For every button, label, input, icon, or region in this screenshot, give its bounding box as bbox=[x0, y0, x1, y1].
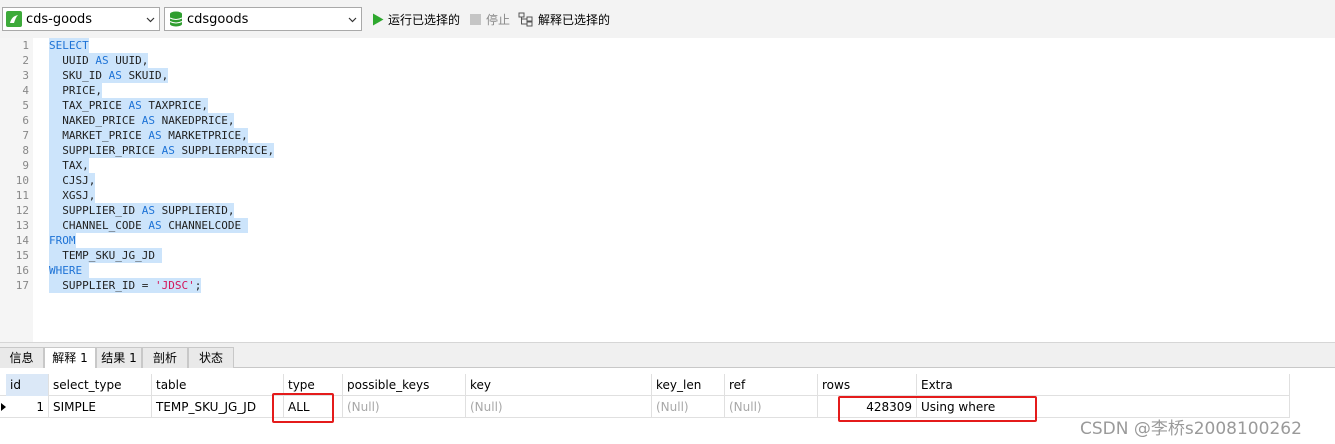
code-text: SUPPLIER_ID = 'JDSC'; bbox=[49, 278, 202, 293]
code-text: SELECT bbox=[49, 38, 89, 53]
cell-table[interactable]: TEMP_SKU_JG_JD bbox=[152, 396, 284, 418]
code-text: SUPPLIER_PRICE AS SUPPLIERPRICE, bbox=[49, 143, 275, 158]
column-header-rows[interactable]: rows bbox=[818, 374, 917, 396]
code-text: SUPPLIER_ID AS SUPPLIERID, bbox=[49, 203, 235, 218]
code-line: 15 TEMP_SKU_JG_JD bbox=[0, 248, 1335, 263]
column-header-key-len[interactable]: key_len bbox=[652, 374, 725, 396]
code-line: 5 TAX_PRICE AS TAXPRICE, bbox=[0, 98, 1335, 113]
code-line: 7 MARKET_PRICE AS MARKETPRICE, bbox=[0, 128, 1335, 143]
tab-explain-1[interactable]: 解释 1 bbox=[44, 347, 96, 370]
code-text: FROM bbox=[49, 233, 76, 248]
line-number: 13 bbox=[15, 219, 29, 232]
line-number: 3 bbox=[22, 69, 29, 82]
column-header-key[interactable]: key bbox=[466, 374, 652, 396]
cell-key-len[interactable]: (Null) bbox=[652, 396, 725, 418]
line-number: 15 bbox=[15, 249, 29, 262]
column-header-select-type[interactable]: select_type bbox=[49, 374, 152, 396]
run-selected-button[interactable]: 运行已选择的 bbox=[372, 11, 460, 28]
explain-tree-icon bbox=[518, 12, 533, 26]
code-line: 6 NAKED_PRICE AS NAKEDPRICE, bbox=[0, 113, 1335, 128]
stop-icon bbox=[470, 13, 482, 25]
line-number: 10 bbox=[15, 174, 29, 187]
chevron-down-icon bbox=[348, 17, 357, 23]
play-icon bbox=[373, 13, 384, 25]
grid-header: id select_type table type possible_keys … bbox=[0, 374, 1290, 396]
line-number: 11 bbox=[15, 189, 29, 202]
code-line: 4 PRICE, bbox=[0, 83, 1335, 98]
rows-extra-highlight-box bbox=[838, 396, 1037, 422]
cell-ref[interactable]: (Null) bbox=[725, 396, 818, 418]
code-line: 17 SUPPLIER_ID = 'JDSC'; bbox=[0, 278, 1335, 293]
code-text: CJSJ, bbox=[49, 173, 96, 188]
connection-select[interactable]: cds-goods bbox=[2, 7, 160, 31]
tab-info[interactable]: 信息 bbox=[0, 347, 44, 369]
line-number: 5 bbox=[22, 99, 29, 112]
line-number: 16 bbox=[15, 264, 29, 277]
connection-select-value: cds-goods bbox=[26, 11, 93, 27]
line-number: 9 bbox=[22, 159, 29, 172]
column-header-possible-keys[interactable]: possible_keys bbox=[343, 374, 466, 396]
line-number: 8 bbox=[22, 144, 29, 157]
code-line: 12 SUPPLIER_ID AS SUPPLIERID, bbox=[0, 203, 1335, 218]
stop-label: 停止 bbox=[486, 12, 511, 27]
cell-select-type[interactable]: SIMPLE bbox=[49, 396, 152, 418]
code-line: 1 SELECT bbox=[0, 38, 1335, 53]
column-header-table[interactable]: table bbox=[152, 374, 284, 396]
sql-editor[interactable]: 1 SELECT 2 UUID AS UUID, 3 SKU_ID AS SKU… bbox=[0, 38, 1335, 342]
code-line: 3 SKU_ID AS SKUID, bbox=[0, 68, 1335, 83]
query-toolbar: cds-goods cdsgoods 运行已选择的 停止 解释已选择的 bbox=[0, 0, 1335, 38]
code-text: TAX_PRICE AS TAXPRICE, bbox=[49, 98, 208, 113]
database-select[interactable]: cdsgoods bbox=[164, 7, 362, 31]
code-text: XGSJ, bbox=[49, 188, 96, 203]
code-text: NAKED_PRICE AS NAKEDPRICE, bbox=[49, 113, 235, 128]
code-line: 10 CJSJ, bbox=[0, 173, 1335, 188]
run-selected-label: 运行已选择的 bbox=[388, 12, 461, 27]
line-number: 2 bbox=[22, 54, 29, 67]
explain-selected-label: 解释已选择的 bbox=[538, 12, 611, 27]
type-highlight-box bbox=[272, 393, 334, 423]
code-line: 11 XGSJ, bbox=[0, 188, 1335, 203]
column-header-ref[interactable]: ref bbox=[725, 374, 818, 396]
code-line: 9 TAX, bbox=[0, 158, 1335, 173]
code-line: 2 UUID AS UUID, bbox=[0, 53, 1335, 68]
code-text: SKU_ID AS SKUID, bbox=[49, 68, 169, 83]
code-text: TAX, bbox=[49, 158, 89, 173]
code-line: 8 SUPPLIER_PRICE AS SUPPLIERPRICE, bbox=[0, 143, 1335, 158]
column-header-extra[interactable]: Extra bbox=[917, 374, 1290, 396]
tab-status[interactable]: 状态 bbox=[188, 347, 234, 369]
database-select-value: cdsgoods bbox=[187, 11, 249, 27]
result-tabs: 信息 解释 1 结果 1 剖析 状态 bbox=[0, 342, 1335, 370]
code-text: CHANNEL_CODE AS CHANNELCODE bbox=[49, 218, 248, 233]
code-line: 14 FROM bbox=[0, 233, 1335, 248]
tab-result-1[interactable]: 结果 1 bbox=[96, 347, 142, 369]
line-number: 17 bbox=[15, 279, 29, 292]
code-line: 16 WHERE bbox=[0, 263, 1335, 278]
database-icon bbox=[169, 11, 183, 27]
mysql-connection-icon bbox=[6, 11, 22, 27]
code-text: UUID AS UUID, bbox=[49, 53, 149, 68]
csdn-watermark: CSDN @李桥s2008100262 bbox=[1080, 419, 1302, 439]
code-text: TEMP_SKU_JG_JD bbox=[49, 248, 162, 263]
navicat-query-window: cds-goods cdsgoods 运行已选择的 停止 解释已选择的 1 SE… bbox=[0, 0, 1335, 444]
line-number: 12 bbox=[15, 204, 29, 217]
line-number: 14 bbox=[15, 234, 29, 247]
stop-button[interactable]: 停止 bbox=[470, 11, 510, 28]
code-text: PRICE, bbox=[49, 83, 102, 98]
column-header-id[interactable]: id bbox=[6, 374, 49, 396]
line-number: 1 bbox=[22, 39, 29, 52]
line-number: 6 bbox=[22, 114, 29, 127]
code-line: 13 CHANNEL_CODE AS CHANNELCODE bbox=[0, 218, 1335, 233]
current-row-indicator-icon bbox=[1, 403, 6, 411]
cell-key[interactable]: (Null) bbox=[466, 396, 652, 418]
cell-possible-keys[interactable]: (Null) bbox=[343, 396, 466, 418]
code-text: MARKET_PRICE AS MARKETPRICE, bbox=[49, 128, 248, 143]
chevron-down-icon bbox=[146, 17, 155, 23]
tab-profile[interactable]: 剖析 bbox=[142, 347, 188, 369]
cell-id[interactable]: 1 bbox=[6, 396, 49, 418]
line-number: 4 bbox=[22, 84, 29, 97]
code-text: WHERE bbox=[49, 263, 89, 278]
explain-selected-button[interactable]: 解释已选择的 bbox=[518, 11, 610, 28]
line-number: 7 bbox=[22, 129, 29, 142]
